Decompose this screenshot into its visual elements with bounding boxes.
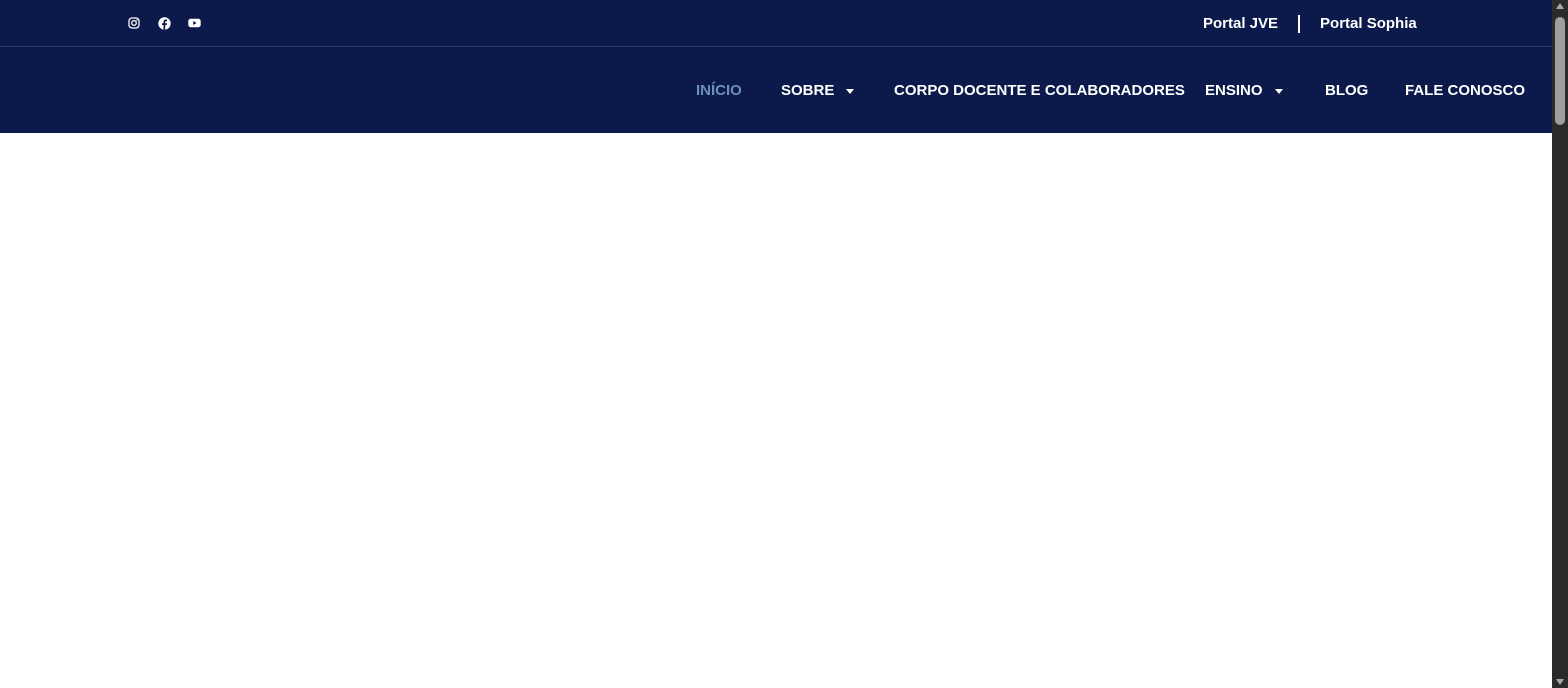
portal-jve-link[interactable]: Portal JVE (1203, 14, 1278, 34)
nav-menu: INÍCIO SOBRE CORPO DOCENTE E COLABORADOR… (0, 47, 1552, 133)
nav-item-label: CORPO DOCENTE E COLABORADORES (894, 82, 1185, 99)
chevron-down-icon (846, 88, 855, 94)
main-navigation: INÍCIO SOBRE CORPO DOCENTE E COLABORADOR… (0, 47, 1552, 133)
scroll-down-arrow-icon[interactable] (1556, 679, 1564, 685)
vertical-scrollbar[interactable] (1552, 0, 1568, 688)
scroll-up-arrow-icon[interactable] (1556, 3, 1564, 9)
nav-item-sobre[interactable]: SOBRE (781, 81, 855, 101)
nav-item-label: SOBRE (781, 82, 835, 99)
nav-item-inicio[interactable]: INÍCIO (696, 81, 742, 101)
nav-item-ensino[interactable]: ENSINO (1205, 81, 1283, 101)
nav-item-fale-conosco[interactable]: FALE CONOSCO (1405, 81, 1525, 101)
nav-item-corpo-docente[interactable]: CORPO DOCENTE E COLABORADORES (894, 81, 1185, 101)
portal-links: Portal JVE Portal Sophia (1203, 14, 1417, 34)
nav-item-label: INÍCIO (696, 82, 742, 99)
portal-divider (1298, 15, 1301, 33)
youtube-icon[interactable] (187, 16, 201, 30)
social-links (127, 15, 201, 31)
nav-item-blog[interactable]: BLOG (1325, 81, 1368, 101)
nav-item-label: FALE CONOSCO (1405, 82, 1526, 99)
page: Portal JVE Portal Sophia INÍCIO SOBRE CO… (0, 0, 1568, 688)
nav-item-label: ENSINO (1205, 82, 1263, 99)
main-content (0, 133, 1552, 688)
chevron-down-icon (1274, 88, 1283, 94)
portal-sophia-link[interactable]: Portal Sophia (1320, 14, 1417, 34)
top-bar: Portal JVE Portal Sophia (0, 0, 1552, 47)
scrollbar-thumb[interactable] (1555, 17, 1565, 125)
instagram-icon[interactable] (127, 16, 141, 30)
nav-item-label: BLOG (1325, 82, 1369, 99)
browser-viewport: Portal JVE Portal Sophia INÍCIO SOBRE CO… (0, 0, 1552, 688)
facebook-icon[interactable] (157, 16, 171, 30)
